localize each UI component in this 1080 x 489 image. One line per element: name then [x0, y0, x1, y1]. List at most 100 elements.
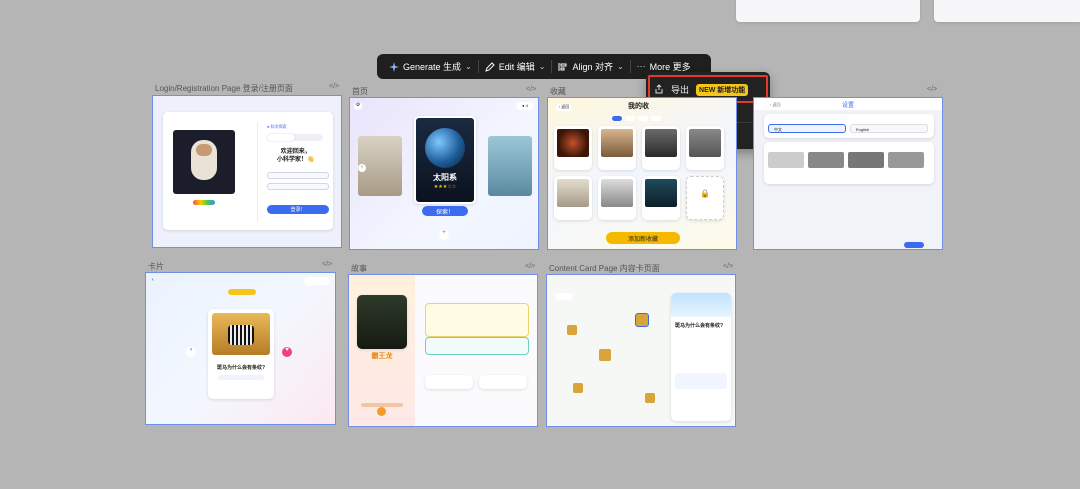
save-settings-button[interactable] — [904, 242, 924, 248]
question-card[interactable]: 斑马为什么会有条纹? — [208, 309, 274, 399]
favorite-card-mars[interactable] — [554, 126, 592, 170]
login-register-switch[interactable] — [267, 134, 323, 141]
frame-label-cards[interactable]: 卡片 — [148, 261, 164, 272]
welcome-line-1: 欢迎回来， — [280, 149, 311, 155]
frame-label-login[interactable]: Login/Registration Page 登录/注册页面 — [155, 83, 293, 94]
generate-label: Generate 生成 — [403, 62, 462, 72]
content-card-panel: 斑马为什么会有条纹? — [671, 293, 731, 421]
language-option-english[interactable]: English — [850, 124, 928, 133]
cards-frame[interactable]: ‹ ‹ 斑马为什么会有条纹? ♥ — [145, 272, 336, 425]
home-frame[interactable]: ⚙ ● 4 ‹ 太阳系 ★★★☆☆ › 探索！ + — [349, 97, 539, 250]
locked-card[interactable]: 🔒 — [686, 176, 724, 220]
play-button[interactable] — [377, 407, 386, 416]
theme-thumb[interactable] — [808, 152, 844, 168]
export-icon — [654, 83, 664, 96]
favorites-frame[interactable]: ‹ 返回 我的收 🔒 添加新收藏 — [547, 97, 737, 250]
filter-tab[interactable] — [625, 116, 635, 121]
language-option-chinese[interactable]: 中文 — [768, 124, 846, 133]
code-icon[interactable]: </> — [927, 86, 937, 93]
coin-counter: ● 4 — [516, 102, 534, 110]
code-icon[interactable]: </> — [526, 86, 536, 93]
favorite-card-dinosaur[interactable] — [554, 176, 592, 220]
favorite-card-4[interactable] — [686, 126, 724, 170]
zebra-image — [212, 313, 270, 355]
ocean-card-right[interactable] — [488, 136, 532, 196]
filter-tab-all[interactable] — [612, 116, 622, 121]
back-link[interactable]: ‹ 返回 — [770, 102, 780, 108]
frame-label-favorites[interactable]: 收藏 — [550, 86, 566, 97]
rating-stars: ★★★☆☆ — [433, 184, 457, 190]
add-favorite-button[interactable]: 添加新收藏 — [606, 232, 680, 244]
code-icon[interactable]: </> — [329, 83, 339, 90]
lang-en-label: English — [856, 127, 870, 132]
earth-image — [425, 128, 465, 168]
clipped-frame-top-1[interactable] — [736, 0, 920, 22]
story-quote — [425, 337, 529, 355]
frame-label-story[interactable]: 故事 — [351, 263, 367, 274]
lang-cn-label: 中文 — [774, 127, 782, 132]
frame-label-content[interactable]: Content Card Page 内容卡页面 — [549, 263, 660, 274]
planet-card[interactable]: 太阳系 ★★★☆☆ — [414, 116, 476, 204]
chevron-left-icon[interactable]: ‹ — [358, 164, 366, 172]
favorite-card-scientist[interactable] — [598, 126, 636, 170]
password-field[interactable] — [267, 183, 329, 190]
export-label: 导出 — [671, 85, 690, 95]
code-icon[interactable]: </> — [723, 263, 733, 270]
align-button[interactable]: Align 对齐 ⌄ — [552, 54, 629, 79]
chevron-left-icon[interactable]: ‹ — [186, 347, 196, 357]
map-node-active[interactable] — [635, 313, 649, 327]
generate-button[interactable]: Generate 生成 ⌄ — [383, 54, 478, 79]
content-card-frame[interactable]: 斑马为什么会有条纹? — [546, 274, 736, 427]
align-label: Align 对齐 — [572, 62, 613, 72]
welcome-heading: 欢迎回来， 小科学家！👋 — [277, 148, 314, 164]
add-icon[interactable]: + — [439, 230, 449, 240]
code-icon[interactable]: </> — [525, 263, 535, 270]
theme-thumb[interactable] — [848, 152, 884, 168]
filter-tab[interactable] — [638, 116, 648, 121]
filter-tabs — [612, 116, 661, 121]
favorite-card-statue-2[interactable] — [598, 176, 636, 220]
login-card: ● 科学探索 欢迎回来， 小科学家！👋 登录！ — [163, 112, 333, 230]
clipped-frame-top-2[interactable] — [934, 0, 1080, 22]
user-chip[interactable] — [304, 277, 330, 285]
map-node[interactable] — [567, 325, 577, 335]
brand-mark: ● 科学探索 — [267, 124, 287, 129]
settings-header: ‹ 返回 设置 — [754, 98, 942, 110]
heart-icon[interactable]: ♥ — [282, 347, 292, 357]
hint-chip[interactable] — [218, 375, 264, 380]
align-icon — [558, 62, 568, 72]
gear-icon[interactable]: ⚙ — [354, 102, 362, 110]
map-node[interactable] — [573, 383, 583, 393]
settings-title: 设置 — [842, 103, 855, 109]
explore-button[interactable]: 探索！ — [422, 206, 468, 216]
new-feature-badge: NEW 新增功能 — [696, 83, 749, 96]
story-frame[interactable]: 霸王龙 — [348, 274, 538, 427]
edit-button[interactable]: Edit 编辑 ⌄ — [479, 54, 552, 79]
settings-frame[interactable]: ‹ 返回 设置 中文 English — [753, 97, 943, 250]
map-node[interactable] — [599, 349, 611, 361]
favorite-card-fish[interactable] — [642, 176, 680, 220]
sparkle-icon — [389, 61, 399, 72]
panel-question: 斑马为什么会有条纹? — [675, 323, 724, 329]
color-dots — [193, 200, 215, 205]
login-button[interactable]: 登录！ — [267, 205, 329, 214]
filter-tab[interactable] — [651, 116, 661, 121]
favorites-title: 我的收 — [628, 103, 649, 110]
login-frame[interactable]: ● 科学探索 欢迎回来， 小科学家！👋 登录！ — [152, 95, 342, 248]
theme-section — [764, 142, 934, 184]
email-field[interactable] — [267, 172, 329, 179]
card-question-text: 斑马为什么会有条纹? — [216, 365, 266, 371]
export-menu-item[interactable]: 导出 NEW 新增功能 — [654, 83, 749, 96]
add-favorite-label: 添加新收藏 — [627, 236, 658, 243]
theme-thumb[interactable] — [888, 152, 924, 168]
theme-thumb[interactable] — [768, 152, 804, 168]
favorite-card-statue[interactable] — [642, 126, 680, 170]
story-option[interactable] — [479, 375, 527, 389]
back-chip[interactable] — [555, 293, 573, 300]
code-icon[interactable]: </> — [322, 261, 332, 268]
story-option[interactable] — [425, 375, 473, 389]
map-node[interactable] — [645, 393, 655, 403]
frame-label-home[interactable]: 首页 — [352, 86, 368, 97]
back-link[interactable]: ‹ — [152, 277, 154, 283]
back-button[interactable]: ‹ 返回 — [556, 104, 572, 111]
